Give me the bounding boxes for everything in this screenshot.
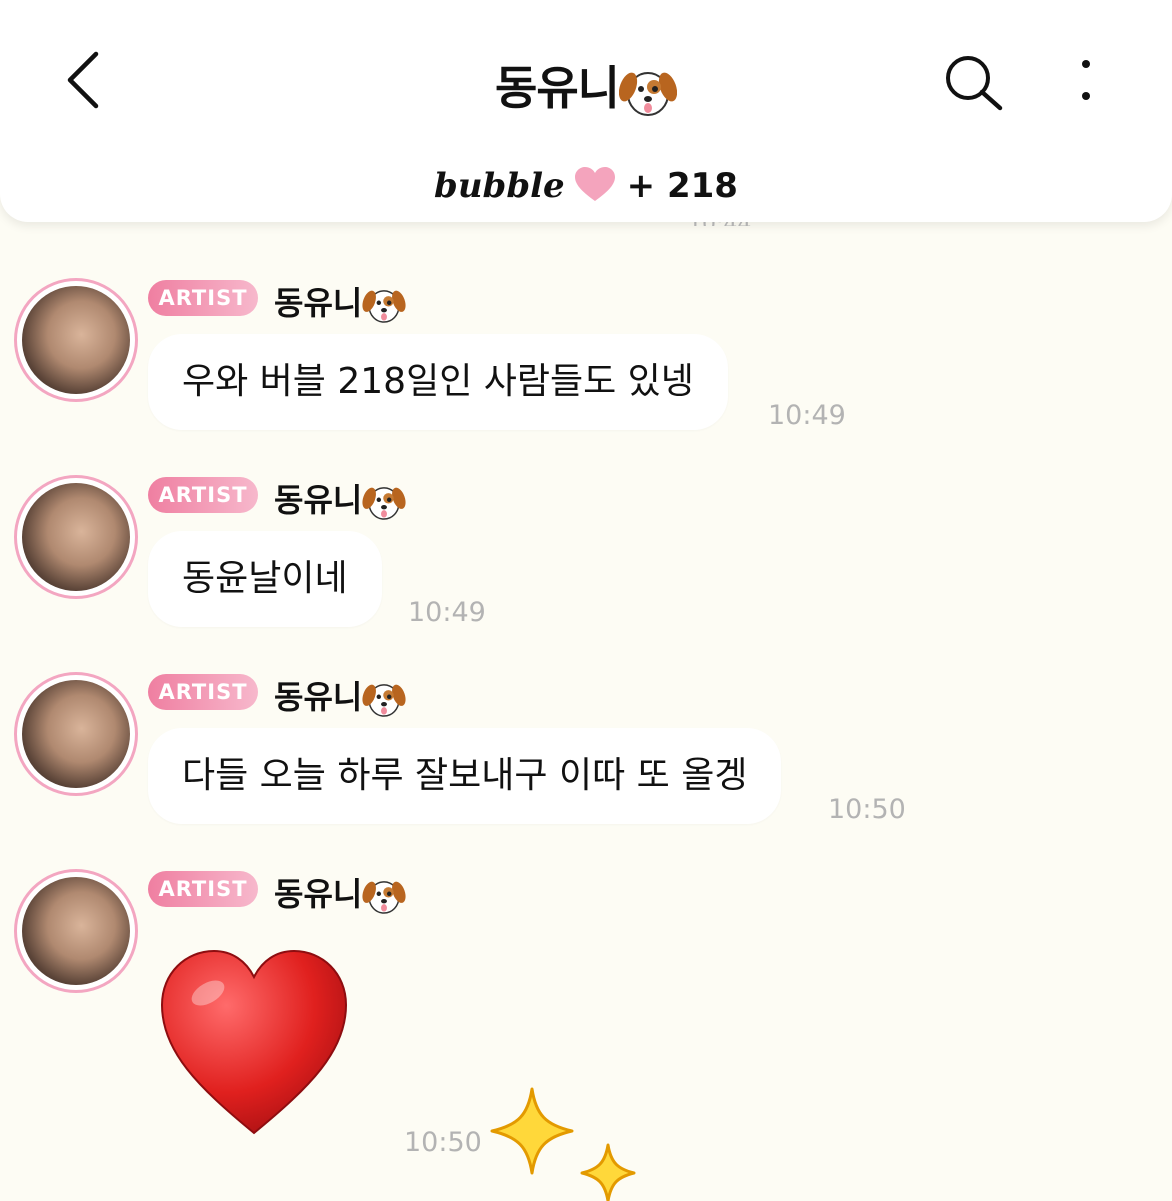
search-icon bbox=[946, 56, 1003, 111]
sender-name: 동유니 bbox=[274, 475, 406, 522]
artist-avatar[interactable] bbox=[14, 278, 138, 402]
message-time: 10:49 bbox=[768, 400, 846, 431]
bubble-logo: bubble bbox=[434, 166, 565, 206]
chat-title-text: 동유니 bbox=[495, 61, 620, 115]
message-time: 10:50 bbox=[404, 1127, 482, 1158]
artist-badge: ARTIST bbox=[148, 674, 258, 710]
dog-face-icon bbox=[362, 684, 406, 717]
chat-header: 동유니 bubble + 218 bbox=[0, 0, 1172, 222]
sparkles-icon bbox=[490, 1087, 636, 1201]
message-bubble[interactable]: 다들 오늘 하루 잘보내구 이따 또 올겡 bbox=[148, 728, 782, 824]
sender-name: 동유니 bbox=[274, 672, 406, 719]
bubble-day-count: + 218 bbox=[626, 166, 738, 206]
avatar-photo bbox=[22, 286, 130, 394]
artist-badge: ARTIST bbox=[148, 871, 258, 907]
artist-badge: ARTIST bbox=[148, 477, 258, 513]
artist-avatar[interactable] bbox=[14, 869, 138, 993]
search-button[interactable] bbox=[940, 52, 1006, 114]
more-icon bbox=[1082, 60, 1090, 100]
sender-name-text: 동유니 bbox=[274, 284, 363, 322]
message-time: 10:50 bbox=[828, 794, 906, 825]
message-bubble[interactable]: 동윤날이네 bbox=[148, 531, 382, 627]
dog-face-icon bbox=[362, 881, 406, 914]
sender-name: 동유니 bbox=[274, 869, 406, 916]
sender-name-text: 동유니 bbox=[274, 875, 363, 913]
bubble-subscription-info: bubble + 218 bbox=[0, 166, 1172, 206]
message-time: 10:49 bbox=[408, 597, 486, 628]
sender-name-text: 동유니 bbox=[274, 678, 363, 716]
avatar-photo bbox=[22, 680, 130, 788]
artist-avatar[interactable] bbox=[14, 475, 138, 599]
artist-badge: ARTIST bbox=[148, 280, 258, 316]
dog-face-icon bbox=[362, 487, 406, 520]
message-bubble[interactable]: 우와 버블 218일인 사람들도 있넹 bbox=[148, 334, 728, 430]
dog-face-icon bbox=[362, 290, 406, 323]
sender-name: 동유니 bbox=[274, 278, 406, 325]
red-heart-icon[interactable] bbox=[158, 947, 350, 1139]
pink-heart-icon bbox=[574, 167, 615, 201]
dog-face-icon bbox=[618, 71, 677, 116]
avatar-photo bbox=[22, 483, 130, 591]
artist-avatar[interactable] bbox=[14, 672, 138, 796]
sender-name-text: 동유니 bbox=[274, 481, 363, 519]
avatar-photo bbox=[22, 877, 130, 985]
more-options-button[interactable] bbox=[1066, 56, 1106, 108]
